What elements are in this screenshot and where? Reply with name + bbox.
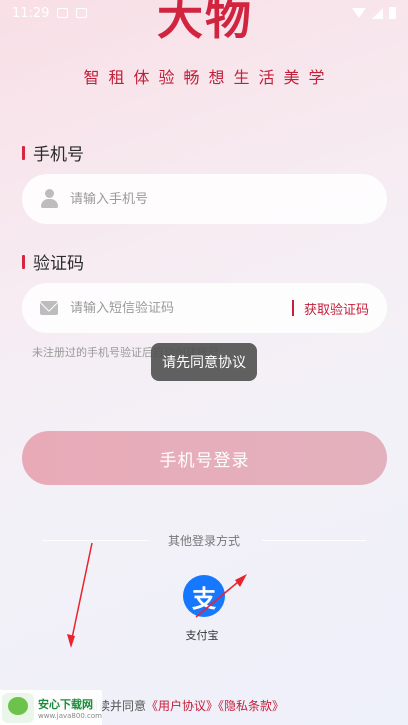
annotation-arrowhead-left xyxy=(67,634,75,648)
annotation-arrowhead-right xyxy=(235,574,247,587)
agreement-row: 仔细阅读并同意《用户协议》《隐私条款》 xyxy=(62,697,402,714)
annotation-arrow-right xyxy=(195,576,245,618)
annotation-arrow-left xyxy=(70,542,93,644)
privacy-policy-link[interactable]: 《隐私条款》 xyxy=(218,699,284,713)
watermark: 安心下载网 www.java800.com xyxy=(0,690,102,725)
watermark-title: 安心下载网 xyxy=(38,697,93,711)
watermark-url: www.java800.com xyxy=(38,711,102,720)
annotation-arrows xyxy=(67,542,247,648)
watermark-logo-icon xyxy=(2,692,34,723)
user-agreement-link[interactable]: 《用户协议》 xyxy=(146,699,218,713)
